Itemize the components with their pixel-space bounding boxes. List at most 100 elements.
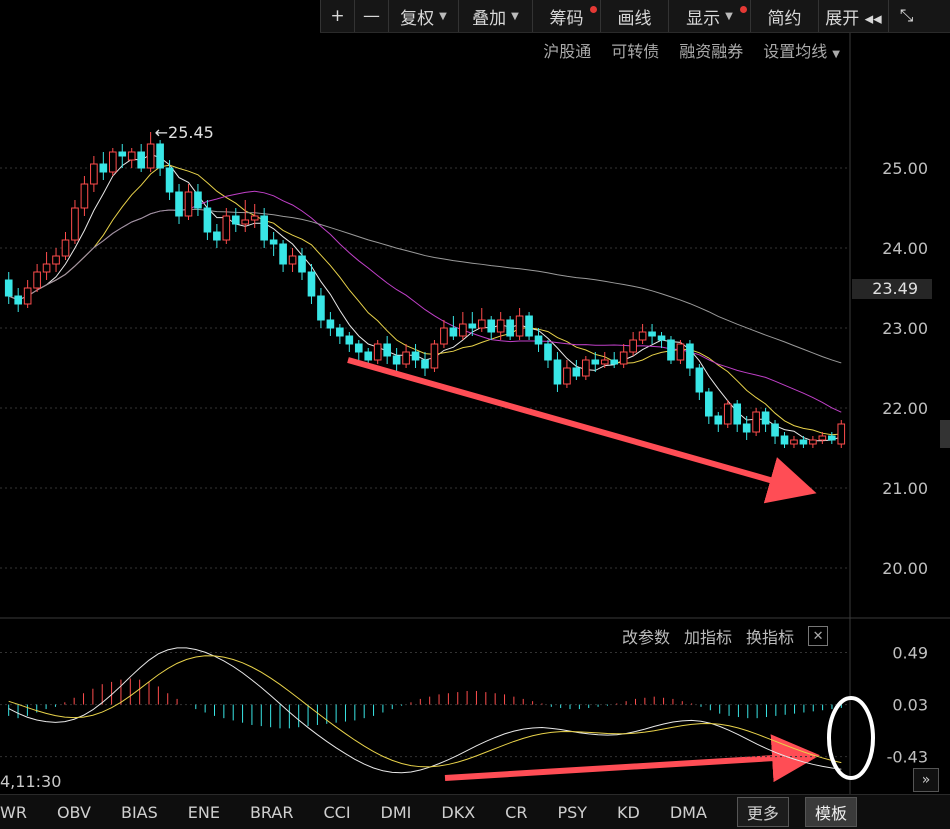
candle-body (468, 323, 477, 329)
candle-body (14, 295, 23, 305)
indicator-tab[interactable]: DKX (441, 803, 475, 822)
candle-body (307, 271, 316, 297)
candle-body (780, 435, 789, 445)
indicator-tab[interactable]: BRAR (250, 803, 294, 822)
indicator-tab[interactable]: KD (617, 803, 640, 822)
candle-body (260, 215, 268, 241)
candle-body (354, 343, 363, 353)
indicator-tab[interactable]: DMI (381, 803, 412, 822)
template-button[interactable]: 模板 (804, 797, 857, 827)
candle-body (544, 343, 552, 361)
candle-body (818, 435, 827, 441)
candle-body (515, 315, 524, 337)
toolbar-button-label: 叠加 (472, 8, 507, 29)
candle-body (430, 343, 439, 369)
indicator-panel-controls: 改参数 加指标 换指标 ✕ (622, 624, 829, 648)
toolbar-button-9[interactable]: ⤡ (888, 0, 924, 32)
toolbar-button-7[interactable]: 简约 (750, 0, 818, 32)
toolbar-button-label: 画线 (617, 8, 652, 29)
add-indicator-button[interactable]: 加指标 (684, 624, 732, 648)
scroll-right-icon[interactable]: » (913, 768, 939, 792)
side-collapse-tab[interactable] (940, 420, 950, 448)
candle-body (449, 327, 458, 337)
macd-dif-line (8, 647, 842, 774)
candle-body (61, 239, 70, 257)
indicator-tab[interactable]: OBV (57, 803, 91, 822)
toolbar-button-4[interactable]: 筹码 (532, 0, 600, 32)
candle-body (213, 231, 221, 241)
indicator-tab[interactable]: ENE (188, 803, 220, 822)
candle-body (298, 255, 306, 273)
crosshair-time-label: 4,11:30 (0, 772, 62, 791)
more-indicators-button[interactable]: 更多 (736, 797, 789, 827)
candle-body (279, 243, 287, 265)
toolbar-button-6[interactable]: 显示 ▼ (668, 0, 750, 32)
chevron-down-icon: ▼ (832, 49, 840, 60)
candle-body (563, 367, 571, 385)
quick-link-1[interactable]: 可转债 (611, 38, 659, 62)
indicator-tab[interactable]: PSY (557, 803, 587, 822)
candle-body (175, 191, 183, 217)
candle-body (799, 439, 808, 445)
toolbar-button-3[interactable]: 叠加 ▼ (458, 0, 532, 32)
candle-body (695, 367, 704, 393)
chevron-down-icon: ▼ (725, 10, 733, 22)
moving-average-line (8, 208, 842, 364)
candle-body (33, 271, 41, 289)
candle-body (71, 207, 79, 241)
candle-body (203, 207, 212, 233)
candle-body (619, 351, 628, 365)
chevron-down-icon: ▼ (439, 10, 447, 22)
toolbar-button-1[interactable]: — (354, 0, 388, 32)
quick-link-2[interactable]: 融资融券 (679, 38, 743, 62)
close-icon[interactable]: ✕ (808, 626, 829, 646)
moving-average-line (8, 164, 842, 436)
indicator-tab[interactable]: DMA (670, 803, 707, 822)
candle-body (383, 343, 391, 357)
candle-body (572, 367, 581, 377)
candle-body (137, 151, 145, 169)
toolbar-button-label: 复权 (400, 8, 435, 29)
toolbar-button-label: ⤡ (899, 6, 914, 26)
candle-body (752, 411, 760, 433)
y-tick-label: 25.00 (882, 159, 928, 178)
candle-body (288, 255, 297, 265)
candle-body (146, 143, 155, 169)
toolbar-button-2[interactable]: 复权 ▼ (388, 0, 458, 32)
candle-body (638, 331, 647, 341)
change-indicator-button[interactable]: 换指标 (746, 624, 794, 648)
candle-body (657, 335, 666, 341)
candle-body (156, 143, 164, 169)
candle-body (80, 183, 89, 209)
indicator-tab[interactable]: CR (505, 803, 527, 822)
candle-body (477, 319, 486, 329)
indicator-tab[interactable]: CCI (323, 803, 350, 822)
candle-body (364, 351, 373, 361)
y-tick-label: 20.00 (882, 559, 928, 578)
candle-body (733, 403, 742, 425)
quick-link-3[interactable]: 设置均线 ▼ (763, 38, 840, 62)
moving-average-line (8, 153, 842, 442)
candle-body (600, 359, 609, 365)
indicator-tab[interactable]: BIAS (121, 803, 158, 822)
y-tick-label: 23.00 (882, 319, 928, 338)
high-price-annotation: ←25.45 (155, 123, 214, 142)
candle-body (723, 403, 732, 425)
y-tick-label: 21.00 (882, 479, 928, 498)
toolbar-button-label: 简约 (767, 8, 802, 29)
indicator-tab[interactable]: WR (0, 803, 27, 822)
toolbar-button-5[interactable]: 画线 (600, 0, 668, 32)
toolbar-button-8[interactable]: 展开 ◂◂ (818, 0, 888, 32)
toolbar-button-0[interactable]: + (320, 0, 354, 32)
modify-params-button[interactable]: 改参数 (622, 624, 670, 648)
candle-body (582, 359, 590, 377)
toolbar-button-label: 显示 (686, 8, 721, 29)
quick-link-0[interactable]: 沪股通 (543, 38, 591, 62)
candle-body (52, 255, 60, 265)
candle-body (761, 411, 770, 425)
notification-dot (740, 6, 747, 13)
candle-body (676, 343, 685, 361)
macd-tick-label: 0.49 (892, 643, 928, 662)
current-price-tag: 23.49 (852, 278, 932, 299)
notification-dot (590, 6, 597, 13)
